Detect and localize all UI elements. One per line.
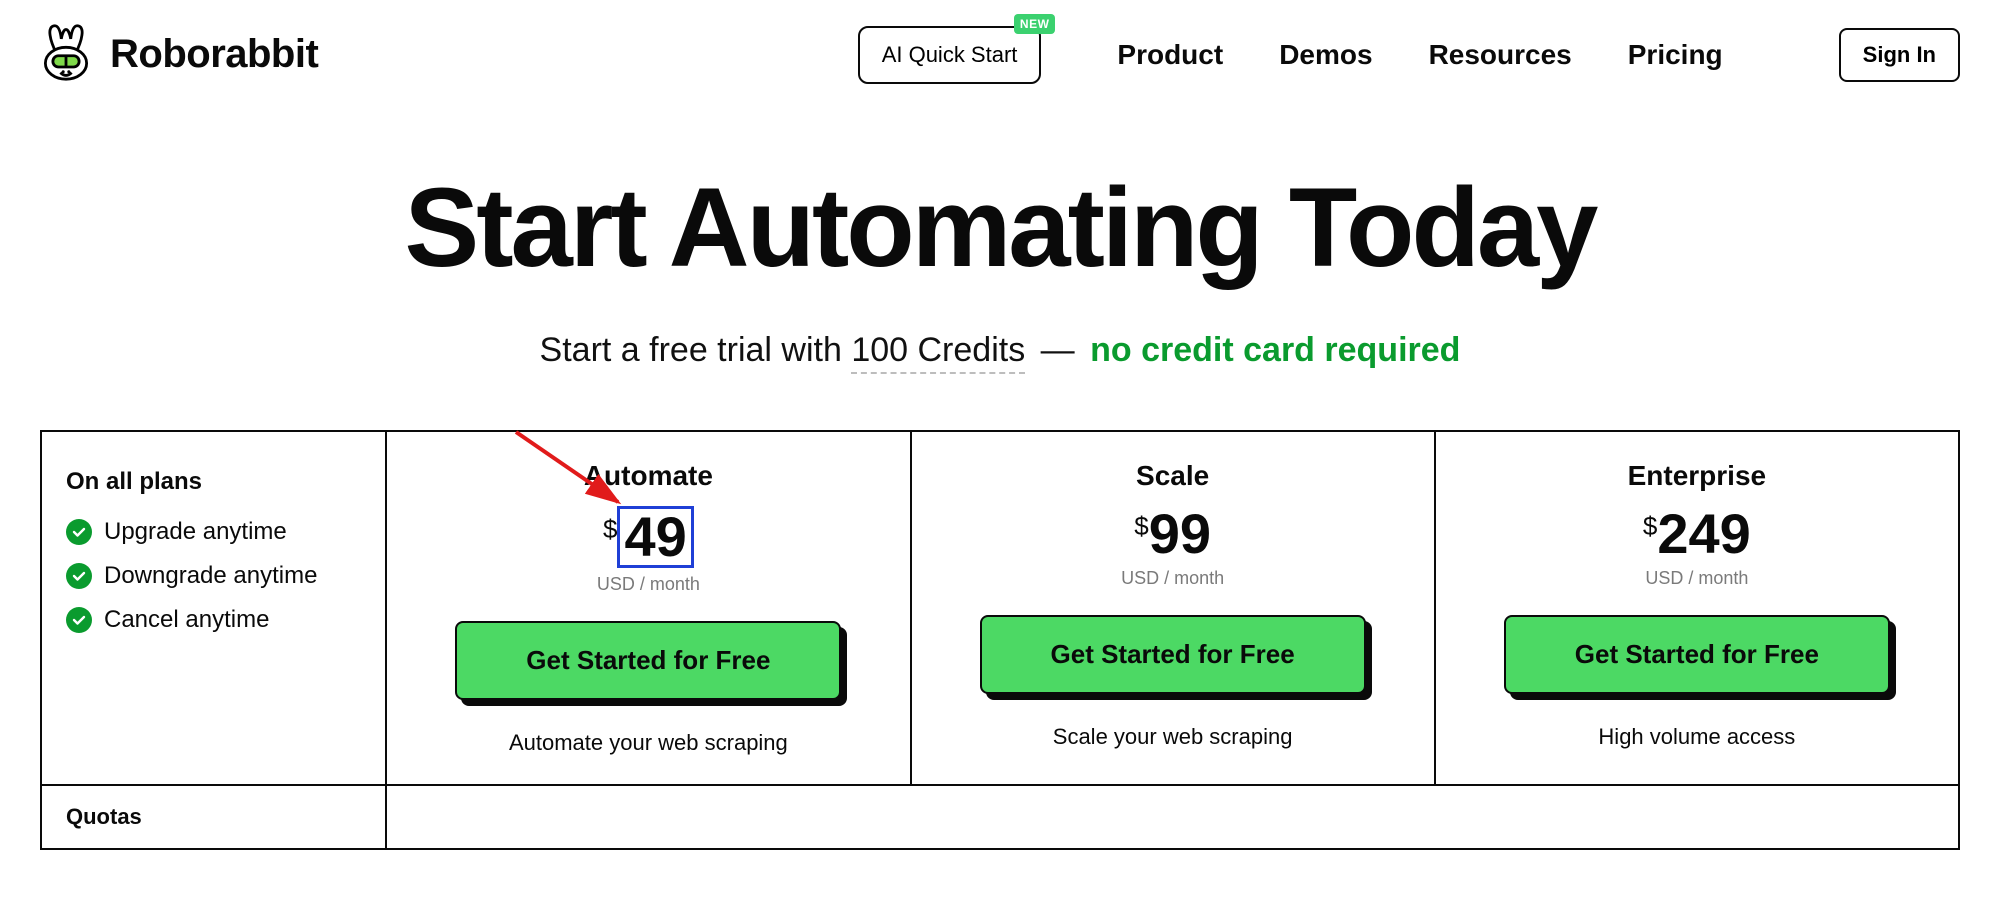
- plan-price-line: $49: [407, 506, 889, 568]
- plan-automate: Automate $49 USD / month Get Started for…: [386, 431, 910, 785]
- quick-start-wrap: AI Quick Start NEW: [858, 26, 1042, 84]
- currency-symbol: $: [1643, 513, 1657, 539]
- plan-enterprise: Enterprise $249 USD / month Get Started …: [1435, 431, 1959, 785]
- plan-price-unit: USD / month: [1456, 568, 1938, 589]
- plan-price-line: $99: [932, 506, 1414, 562]
- nav-links: AI Quick Start NEW Product Demos Resourc…: [858, 26, 1960, 84]
- ai-quick-start-button[interactable]: AI Quick Start: [858, 26, 1042, 84]
- hero-dash: —: [1025, 331, 1090, 369]
- nav-link-pricing[interactable]: Pricing: [1628, 39, 1723, 71]
- check-icon: [66, 519, 92, 545]
- hero-no-cc: no credit card required: [1090, 331, 1460, 369]
- new-badge: NEW: [1014, 14, 1056, 34]
- sign-in-button[interactable]: Sign In: [1839, 28, 1960, 82]
- pricing-table: On all plans Upgrade anytime Downgrade a…: [40, 430, 1960, 850]
- plan-price-unit: USD / month: [932, 568, 1414, 589]
- get-started-button[interactable]: Get Started for Free: [980, 615, 1366, 694]
- benefit-item: Cancel anytime: [66, 606, 361, 634]
- check-icon: [66, 607, 92, 633]
- plan-price: 99: [1149, 506, 1211, 562]
- plan-price-unit: USD / month: [407, 574, 889, 595]
- benefit-item: Downgrade anytime: [66, 562, 361, 590]
- hero: Start Automating Today Start a free tria…: [0, 109, 2000, 430]
- pricing-section: On all plans Upgrade anytime Downgrade a…: [40, 430, 1960, 850]
- hero-sub-prefix: Start a free trial with: [540, 331, 852, 369]
- plan-name: Automate: [407, 460, 889, 492]
- check-icon: [66, 563, 92, 589]
- nav-link-resources[interactable]: Resources: [1429, 39, 1572, 71]
- hero-subtitle: Start a free trial with 100 Credits — no…: [0, 331, 2000, 374]
- plan-name: Scale: [932, 460, 1414, 492]
- nav-link-product[interactable]: Product: [1117, 39, 1223, 71]
- quotas-row: Quotas: [41, 785, 1959, 849]
- nav-link-demos[interactable]: Demos: [1279, 39, 1372, 71]
- plan-description: Automate your web scraping: [407, 730, 889, 756]
- plan-price: 249: [1657, 506, 1750, 562]
- get-started-button[interactable]: Get Started for Free: [455, 621, 841, 700]
- all-plans-cell: On all plans Upgrade anytime Downgrade a…: [41, 431, 386, 785]
- site-header: Roborabbit AI Quick Start NEW Product De…: [0, 0, 2000, 109]
- brand-link[interactable]: Roborabbit: [36, 22, 318, 87]
- currency-symbol: $: [1134, 513, 1148, 539]
- plan-price-line: $249: [1456, 506, 1938, 562]
- currency-symbol: $: [603, 516, 617, 542]
- plan-description: High volume access: [1456, 724, 1938, 750]
- all-plans-title: On all plans: [66, 468, 361, 496]
- get-started-button[interactable]: Get Started for Free: [1504, 615, 1890, 694]
- quotas-label: Quotas: [41, 785, 386, 849]
- benefit-label: Upgrade anytime: [104, 518, 287, 546]
- plan-scale: Scale $99 USD / month Get Started for Fr…: [911, 431, 1435, 785]
- rabbit-logo-icon: [36, 22, 96, 87]
- benefit-label: Cancel anytime: [104, 606, 269, 634]
- benefit-label: Downgrade anytime: [104, 562, 317, 590]
- page-title: Start Automating Today: [0, 169, 2000, 287]
- quotas-empty-cell: [386, 785, 1959, 849]
- brand-name: Roborabbit: [110, 32, 318, 77]
- hero-credits: 100 Credits: [851, 331, 1025, 374]
- benefit-item: Upgrade anytime: [66, 518, 361, 546]
- plan-name: Enterprise: [1456, 460, 1938, 492]
- plan-price: 49: [617, 506, 693, 568]
- plan-description: Scale your web scraping: [932, 724, 1414, 750]
